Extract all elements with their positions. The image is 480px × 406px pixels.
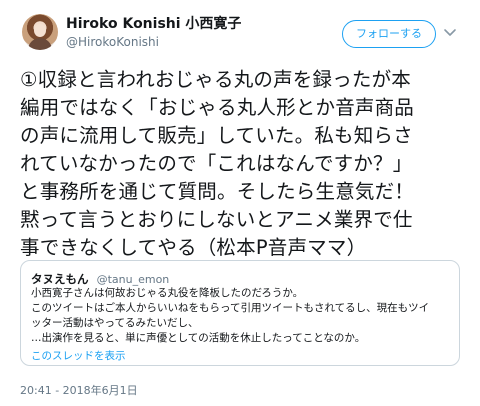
tweet-line: 黙って言うとおりにしないとアニメ業界で仕 [20,208,413,231]
tweet-line: ①収録と言われおじゃる丸の声を録ったが本 [20,68,412,91]
quoted-line: このツイートはご本人からいいねをもらって引用ツイートもされてるし、現在もツイ [31,302,430,314]
tweet-line: れていなかったので「これはなんですか？」 [20,152,413,175]
quoted-handle: @tanu_emon [96,273,170,286]
chevron-down-icon[interactable] [442,24,458,40]
quoted-tweet[interactable]: タヌえもん @tanu_emon 小西寛子さんは何故おじゃる丸役を降板したのだろ… [20,260,460,366]
tweet-line: の声に流用して販売」していた。私も知らさ [20,124,413,147]
show-thread-link[interactable]: このスレッドを表示 [31,348,126,363]
quoted-line: ッター活動はやってるみたいだし、 [31,317,199,329]
avatar-body [28,38,52,50]
tweet-line: 編用ではなく「おじゃる丸人形とか音声商品 [20,96,415,119]
quoted-text: 小西寛子さんは何故おじゃる丸役を降板したのだろうか。 このツイートはご本人からい… [31,286,451,346]
quoted-display-name: タヌえもん [31,272,89,286]
tweet-line: 事できなくしてやる（松本P音声ママ） [20,236,367,259]
display-name[interactable]: Hiroko Konishi 小西寛子 [66,15,241,33]
follow-button[interactable]: フォローする [342,20,436,48]
user-handle[interactable]: @HirokoKonishi [66,34,241,50]
quoted-line: …出演作を見ると、単に声優としての活動を休止したってことなのか。 [31,332,366,344]
tweet-timestamp[interactable]: 20:41 - 2018年6月1日 [20,382,138,398]
avatar-face [34,24,46,37]
tweet-text: ①収録と言われおじゃる丸の声を録ったが本 編用ではなく「おじゃる丸人形とか音声商… [20,66,460,262]
author-info[interactable]: Hiroko Konishi 小西寛子 @HirokoKonishi [66,15,241,50]
tweet-line: と事務所を通じて質問。そしたら生意気だ！ [20,180,415,203]
avatar[interactable] [22,14,58,50]
tweet-header: Hiroko Konishi 小西寛子 @HirokoKonishi フォローす… [22,14,462,52]
quoted-line: 小西寛子さんは何故おじゃる丸役を降板したのだろうか。 [31,287,304,299]
quoted-author: タヌえもん @tanu_emon [31,268,169,287]
